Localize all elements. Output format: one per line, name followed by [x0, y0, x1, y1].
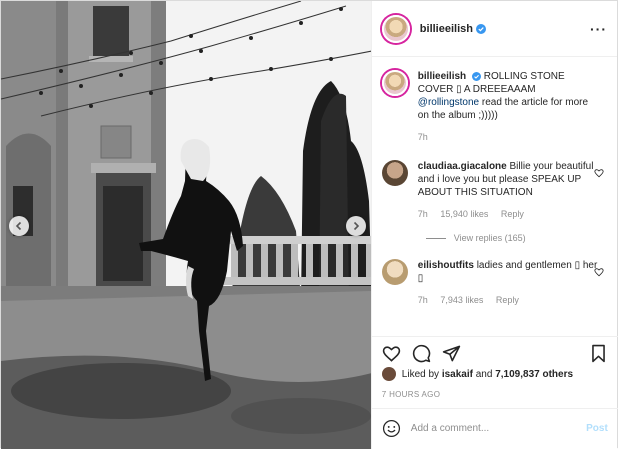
comment-avatar[interactable]	[381, 160, 408, 186]
post-comment-button[interactable]: Post	[586, 423, 608, 434]
previous-photo-button[interactable]	[9, 216, 29, 236]
caption-text: A DREEEAAAM	[463, 84, 536, 95]
instagram-post-modal: billieeilish ··· billieeilish ROLLING ST…	[0, 0, 618, 449]
replies-divider	[425, 237, 446, 239]
bookmark-icon	[591, 344, 605, 363]
caption-author-avatar[interactable]	[381, 70, 408, 96]
post-caption: billieeilish ROLLING STONE COVER ▯ A DRE…	[381, 70, 608, 144]
heart-icon	[382, 346, 401, 362]
caption-mention-link[interactable]: @rollingstone	[418, 97, 479, 108]
save-button[interactable]	[589, 344, 608, 363]
comment-likes[interactable]: 7,943 likes	[440, 295, 483, 305]
post-actions-bar	[371, 336, 618, 370]
photo-scene	[1, 1, 371, 449]
author-username[interactable]: billieeilish	[420, 23, 473, 35]
emoji-icon[interactable]	[382, 419, 401, 438]
author-avatar[interactable]	[381, 14, 410, 43]
comment-time[interactable]: 7h	[418, 295, 428, 305]
comment-heart-icon[interactable]	[594, 168, 604, 178]
comment-avatar[interactable]	[381, 259, 408, 285]
comment-heart-icon[interactable]	[594, 267, 604, 277]
add-comment-input[interactable]: Add a comment...	[411, 423, 489, 434]
post-photo[interactable]	[1, 1, 371, 449]
comment-username[interactable]: eilishoutfits	[418, 260, 474, 271]
comment-body: eilishoutfits ladies and gentlemen ▯ her…	[418, 259, 598, 307]
comment-meta: 7h 7,943 likes Reply	[418, 294, 598, 307]
comment-text: ladies and gentlemen	[476, 260, 572, 271]
caption-time[interactable]: 7h	[418, 132, 428, 142]
comments-list: billieeilish ROLLING STONE COVER ▯ A DRE…	[372, 58, 618, 335]
view-replies-label: View replies (165)	[453, 233, 526, 243]
caption-body: billieeilish ROLLING STONE COVER ▯ A DRE…	[418, 70, 598, 144]
comment-emoji-icon: ▯	[417, 273, 424, 284]
likes-and: and	[475, 368, 493, 380]
caption-meta: 7h	[418, 131, 598, 144]
comment-body: claudiaa.giacalone Billie your beautiful…	[418, 160, 598, 221]
comment-time[interactable]: 7h	[418, 209, 428, 219]
share-button[interactable]	[442, 344, 461, 363]
more-options-icon[interactable]: ···	[590, 21, 607, 37]
likes-count[interactable]: 7,109,837 others	[495, 369, 573, 380]
comment-item: claudiaa.giacalone Billie your beautiful…	[381, 160, 608, 221]
add-comment-bar: Add a comment... Post	[371, 408, 618, 448]
likes-prefix: Liked by	[401, 368, 440, 380]
comment-likes[interactable]: 15,940 likes	[440, 209, 488, 219]
comment-username[interactable]: claudiaa.giacalone	[418, 161, 507, 172]
post-header: billieeilish ···	[371, 1, 617, 57]
share-icon	[442, 345, 461, 362]
verified-badge-icon	[475, 23, 486, 34]
view-replies-button[interactable]: View replies (165)	[425, 233, 608, 243]
reply-button[interactable]: Reply	[501, 209, 524, 219]
like-button[interactable]	[382, 344, 401, 363]
liker-avatar[interactable]	[381, 367, 396, 381]
comment-item: eilishoutfits ladies and gentlemen ▯ her…	[381, 259, 608, 307]
caption-emoji-icon: ▯	[456, 84, 462, 95]
next-photo-button[interactable]	[346, 216, 366, 236]
verified-badge-icon	[471, 71, 481, 81]
post-timestamp[interactable]: 7 HOURS AGO	[382, 390, 440, 399]
comment-button[interactable]	[412, 344, 431, 363]
caption-username[interactable]: billieeilish	[418, 71, 466, 82]
chevron-left-icon	[15, 221, 22, 231]
caption-text: ;)))))	[478, 110, 498, 121]
comment-meta: 7h 15,940 likes Reply	[418, 208, 598, 221]
chevron-right-icon	[353, 221, 360, 231]
liker-username[interactable]: isakaif	[442, 369, 473, 380]
comment-icon	[412, 344, 431, 363]
likes-summary: Liked by isakaif and 7,109,837 others	[381, 367, 573, 381]
post-side-panel: billieeilish ··· billieeilish ROLLING ST…	[370, 1, 618, 449]
reply-button[interactable]: Reply	[496, 295, 519, 305]
comment-emoji-icon: ▯	[574, 260, 581, 271]
